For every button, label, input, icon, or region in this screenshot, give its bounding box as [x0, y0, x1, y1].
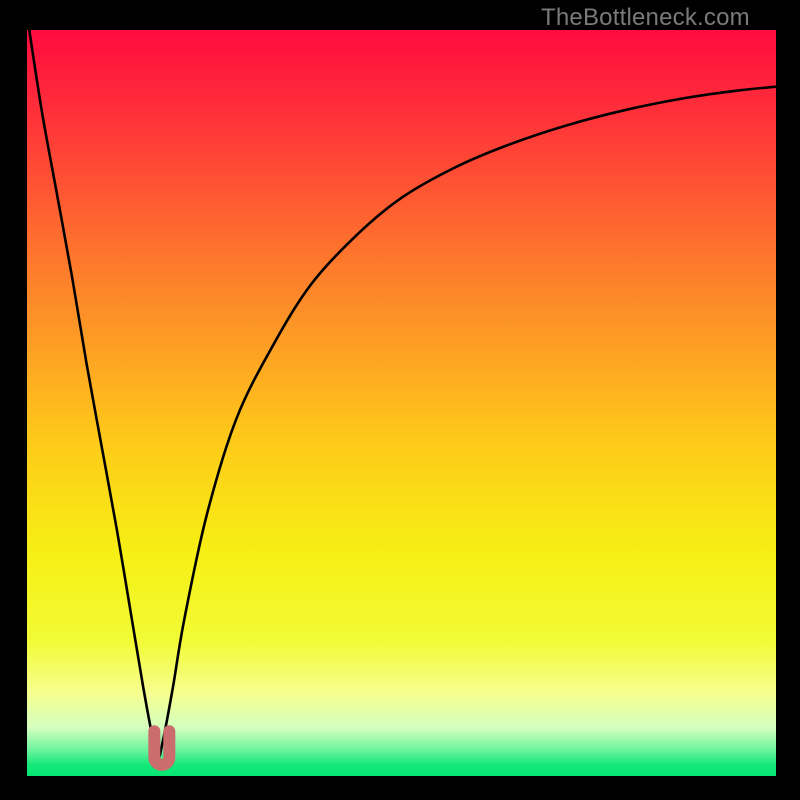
- plot-svg: [27, 30, 776, 776]
- watermark-text: TheBottleneck.com: [541, 4, 750, 32]
- outer-frame: TheBottleneck.com: [0, 0, 800, 800]
- plot-area: [27, 30, 776, 776]
